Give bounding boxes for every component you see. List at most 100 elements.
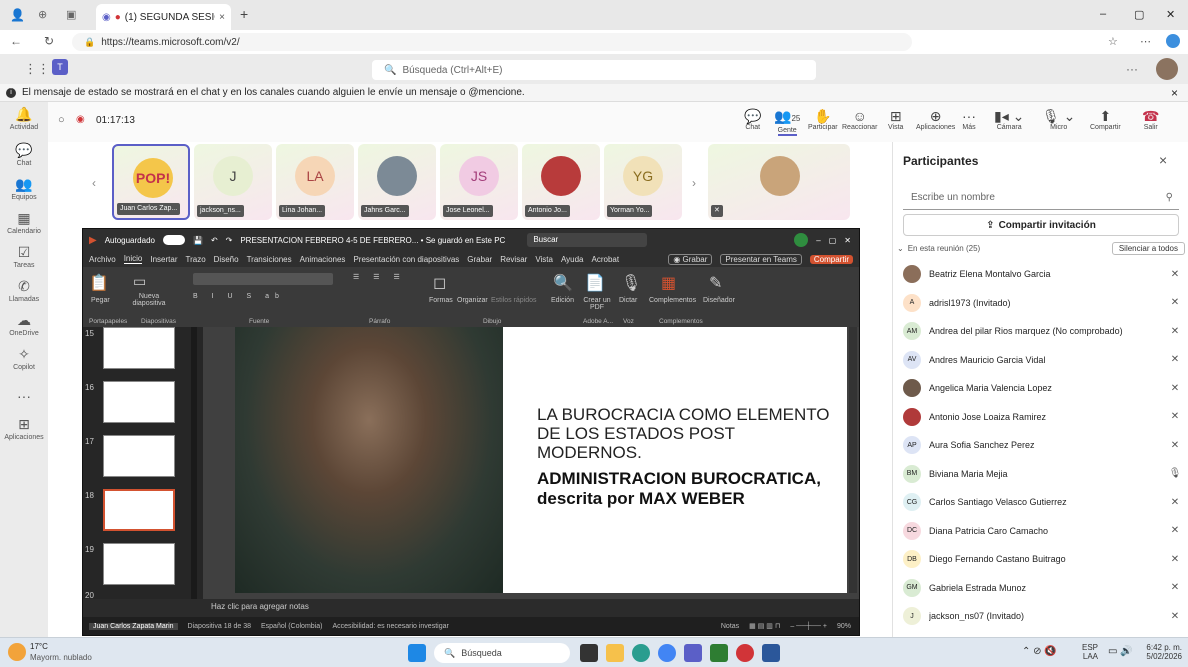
addins-icon[interactable]: ▦ [661, 273, 676, 293]
slide-scrollbar[interactable] [849, 327, 857, 593]
current-slide[interactable]: LA BUROCRACIA COMO ELEMENTO DE LOS ESTAD… [235, 327, 847, 593]
mic-muted-icon[interactable]: ✕ [1165, 354, 1185, 365]
menu-item[interactable]: Inicio [123, 254, 143, 264]
mic-muted-icon[interactable]: ✕ [1165, 411, 1185, 422]
autosave-toggle[interactable] [162, 235, 185, 245]
menu-item[interactable]: Animaciones [300, 255, 346, 264]
chrome-icon[interactable] [658, 644, 676, 662]
shapes-icon[interactable]: ◻ [433, 273, 446, 293]
weather-icon[interactable] [8, 643, 26, 661]
mic-muted-icon[interactable]: ✕ [1165, 582, 1185, 593]
create-pdf-label[interactable]: Crear un PDF [579, 297, 615, 311]
editing-label[interactable]: Edición [551, 297, 574, 304]
menu-item[interactable]: Transiciones [247, 255, 292, 264]
participant-tile[interactable]: Antonio Jo... [522, 144, 600, 220]
mic-muted-icon[interactable]: ✕ [1165, 611, 1185, 622]
ppt-minimize-button[interactable]: – [816, 236, 820, 245]
participant-row[interactable]: Jjackson_ns07 (Invitado) ✕ [897, 604, 1185, 628]
participant-tile[interactable]: J jackson_ns... [194, 144, 272, 220]
mic-muted-icon[interactable]: ✕ [1165, 297, 1185, 308]
share-invite-button[interactable]: ⇪ Compartir invitación [903, 214, 1179, 236]
people-button[interactable]: 👥25 Gente [774, 108, 800, 136]
maximize-button[interactable]: ▢ [1134, 8, 1144, 21]
menu-item[interactable]: Diseño [214, 255, 239, 264]
tiles-prev-icon[interactable]: ‹ [92, 176, 96, 190]
participant-row[interactable]: Beatriz Elena Montalvo Garcia ✕ [897, 262, 1185, 286]
ppt-maximize-button[interactable]: ▢ [829, 236, 837, 245]
status-notes-button[interactable]: Notas [721, 623, 739, 630]
notes-pane[interactable]: Haz clic para agregar notas [203, 599, 859, 615]
font-format-buttons[interactable]: B I U S ab [193, 293, 285, 300]
zoom-level[interactable]: 90% [837, 623, 851, 630]
mic-muted-icon[interactable]: ✕ [1165, 554, 1185, 565]
status-accessibility[interactable]: Accesibilidad: es necesario investigar [332, 623, 448, 630]
paste-label[interactable]: Pegar [91, 297, 110, 304]
create-pdf-icon[interactable]: 📄 [585, 273, 605, 293]
extensions-icon[interactable]: ⋯ [1140, 35, 1151, 48]
participant-row[interactable]: AP Aura Sofia Sanchez Perez ✕ [897, 433, 1185, 457]
participant-row[interactable]: AM Andrea del pilar Rios marquez (No comp… [897, 319, 1185, 343]
participant-row[interactable]: GM Gabriela Estrada Munoz ✕ [897, 576, 1185, 600]
slide-thumbnail[interactable] [103, 543, 175, 585]
slide-thumbnail[interactable] [103, 381, 175, 423]
mic-on-icon[interactable]: 🎙 [1165, 468, 1185, 479]
clock[interactable]: 6:42 p. m. 5/02/2026 [1134, 643, 1182, 661]
share-button[interactable]: ⬆ Compartir [1090, 108, 1121, 131]
paste-icon[interactable]: 📋 [89, 273, 109, 293]
rail-item-more[interactable]: ··· [0, 388, 48, 405]
ppt-user-avatar[interactable] [794, 233, 809, 247]
menu-item[interactable]: Presentación con diapositivas [353, 255, 459, 264]
participant-tile[interactable]: Jahns Garc... [358, 144, 436, 220]
participant-row[interactable]: BM Biviana Maria Mejia 🎙 [897, 462, 1185, 486]
workspaces-icon[interactable]: ⊕ [38, 8, 47, 21]
participant-tile[interactable]: YG Yorman Yo... [604, 144, 682, 220]
undo-icon[interactable]: ↶ [211, 236, 218, 245]
more-button[interactable]: ··· Más [962, 108, 976, 131]
ppt-share-button[interactable]: Compartir [809, 254, 853, 264]
react-button[interactable]: ☺ Reaccionar [842, 108, 877, 131]
browser-tab[interactable]: ◉ ● (1) SEGUNDA SESION CURS × [96, 4, 231, 30]
app-taskbar-icon[interactable] [710, 644, 728, 662]
quick-styles-label[interactable]: Estilos rápidos [491, 297, 537, 304]
mic-muted-icon[interactable]: ✕ [1165, 269, 1185, 280]
leave-button[interactable]: ☎ Salir [1142, 108, 1159, 131]
rail-item-calendario[interactable]: ▦ Calendario [0, 210, 48, 235]
mute-all-button[interactable]: Silenciar a todos [1111, 241, 1185, 255]
rail-item-copilot[interactable]: ✧ Copilot [0, 346, 48, 371]
word-icon[interactable] [762, 644, 780, 662]
tab-close-button[interactable]: × [219, 12, 225, 23]
designer-icon[interactable]: ✎ [709, 273, 722, 293]
slide-heading[interactable]: LA BUROCRACIA COMO ELEMENTO DE LOS ESTAD… [537, 405, 837, 462]
favorites-icon[interactable]: ☆ [1108, 35, 1118, 48]
banner-close-button[interactable]: × [1171, 86, 1178, 100]
designer-label[interactable]: Diseñador [703, 297, 735, 304]
raise-hand-button[interactable]: ✋ Participar [808, 108, 838, 131]
menu-item[interactable]: Ayuda [561, 255, 584, 264]
participant-row[interactable]: Aadrisl1973 (Invitado) ✕ [897, 291, 1185, 315]
slide-thumbnail[interactable] [103, 435, 175, 477]
present-teams-button[interactable]: Presentar en Teams [720, 253, 802, 265]
slide-thumbnail[interactable] [103, 327, 175, 369]
mic-muted-icon[interactable]: ✕ [1165, 440, 1185, 451]
back-icon[interactable]: ← [10, 34, 22, 48]
grabar-button[interactable]: ◉ Grabar [668, 253, 713, 265]
dictate-icon[interactable]: 🎙 [621, 273, 641, 293]
view-button[interactable]: ⊞ Vista [888, 108, 903, 131]
rail-item-tareas[interactable]: ☑ Tareas [0, 244, 48, 269]
participant-row[interactable]: Antonio Jose Loaiza Ramirez ✕ [897, 405, 1185, 429]
app-taskbar-icon-2[interactable] [736, 644, 754, 662]
participant-tile[interactable]: JS Jose Leonel... [440, 144, 518, 220]
apps-button[interactable]: ⊕ Aplicaciones [916, 108, 955, 131]
status-language[interactable]: Español (Colombia) [261, 623, 322, 630]
tray-icons[interactable]: ⌃ ⊘ 🔇 [1022, 646, 1057, 657]
view-buttons[interactable]: ▦ ▤ ▥ ⊓ [749, 622, 780, 630]
ppt-close-button[interactable]: ✕ [844, 236, 851, 245]
rail-item-llamadas[interactable]: ✆ Llamadas [0, 278, 48, 303]
teams-search-input[interactable]: 🔍 Búsqueda (Ctrl+Alt+E) [372, 60, 816, 80]
participant-row[interactable]: CG Carlos Santiago Velasco Gutierrez ✕ [897, 490, 1185, 514]
menu-item[interactable]: Acrobat [592, 255, 620, 264]
mic-muted-icon[interactable]: ✕ [1165, 497, 1185, 508]
new-slide-icon[interactable]: ▭ [133, 273, 146, 290]
mic-muted-icon[interactable]: ✕ [1165, 326, 1185, 337]
tab-actions-icon[interactable]: ▣ [66, 8, 76, 21]
